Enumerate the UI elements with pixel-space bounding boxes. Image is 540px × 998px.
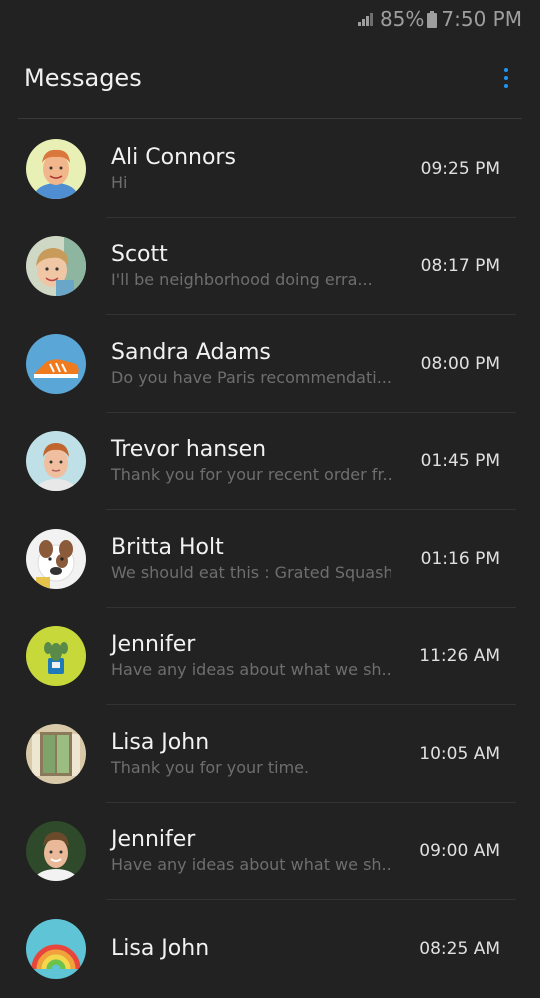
conversation-preview: I'll be neighborhood doing erra... — [111, 270, 373, 290]
more-vert-icon[interactable] — [494, 58, 518, 98]
conversation-row[interactable]: Britta Holt We should eat this : Grated … — [18, 510, 516, 608]
conversation-name: Scott — [111, 242, 168, 268]
page-title: Messages — [24, 64, 142, 92]
conversation-row[interactable]: Ali Connors Hi 09:25 PM — [18, 120, 516, 218]
conversation-time: 09:00 AM — [419, 841, 500, 862]
conversation-time: 01:16 PM — [420, 548, 500, 569]
conversation-time: 08:17 PM — [420, 256, 500, 277]
conversation-time: 01:45 PM — [420, 451, 500, 472]
conversation-name: Ali Connors — [111, 144, 236, 170]
avatar-scott — [26, 236, 86, 297]
conversation-time: 10:05 AM — [419, 743, 500, 764]
avatar-britta-holt — [26, 528, 86, 589]
avatar-trevor-hansen — [26, 431, 86, 492]
conversation-row[interactable]: Lisa John 08:25 AM — [18, 900, 516, 998]
conversation-row[interactable]: Jennifer Have any ideas about what we sh… — [18, 803, 516, 900]
conversation-name: Sandra Adams — [111, 339, 271, 365]
conversation-row[interactable]: Jennifer Have any ideas about what we sh… — [18, 608, 516, 705]
conversation-preview: Have any ideas about what we sh... — [111, 855, 391, 875]
conversation-preview: Do you have Paris recommendati... — [111, 367, 391, 387]
conversation-name: Britta Holt — [111, 534, 224, 560]
avatar-lisa-john — [26, 723, 86, 784]
conversation-row[interactable]: Lisa John Thank you for your time. 10:05… — [18, 705, 516, 803]
conversation-preview: We should eat this : Grated Squash, — [111, 562, 391, 582]
conversation-preview: Thank you for your time. — [111, 757, 310, 777]
battery-icon — [427, 10, 438, 28]
conversation-time: 11:26 AM — [419, 646, 500, 667]
battery-percentage: 85% — [379, 7, 425, 31]
conversation-name: Lisa John — [111, 935, 210, 961]
status-time: 7:50 PM — [441, 7, 522, 31]
avatar-sandra-adams — [26, 333, 86, 394]
conversation-time: 08:25 AM — [419, 938, 500, 959]
conversation-time: 08:00 PM — [420, 353, 500, 374]
conversation-row[interactable]: Trevor hansen Thank you for your recent … — [18, 413, 516, 510]
conversation-row[interactable]: Scott I'll be neighborhood doing erra...… — [18, 218, 516, 315]
conversation-name: Jennifer — [111, 632, 196, 658]
avatar-lisa-john-2 — [26, 918, 86, 979]
avatar-jennifer — [26, 626, 86, 687]
app-bar: Messages — [18, 38, 522, 119]
conversation-list: Ali Connors Hi 09:25 PM Scott I'll be ne… — [18, 120, 516, 998]
conversation-name: Lisa John — [111, 729, 210, 755]
conversation-name: Trevor hansen — [111, 437, 267, 463]
conversation-preview: Hi — [111, 172, 128, 192]
avatar-jennifer-2 — [26, 821, 86, 882]
conversation-name: Jennifer — [111, 827, 196, 853]
conversation-time: 09:25 PM — [420, 158, 500, 179]
conversation-preview: Thank you for your recent order fr... — [111, 465, 391, 485]
avatar-ali-connors — [26, 138, 86, 199]
status-bar: 85% 7:50 PM — [0, 0, 540, 38]
conversation-row[interactable]: Sandra Adams Do you have Paris recommend… — [18, 315, 516, 413]
conversation-preview: Have any ideas about what we sh... — [111, 660, 391, 680]
signal-icon — [357, 7, 376, 31]
